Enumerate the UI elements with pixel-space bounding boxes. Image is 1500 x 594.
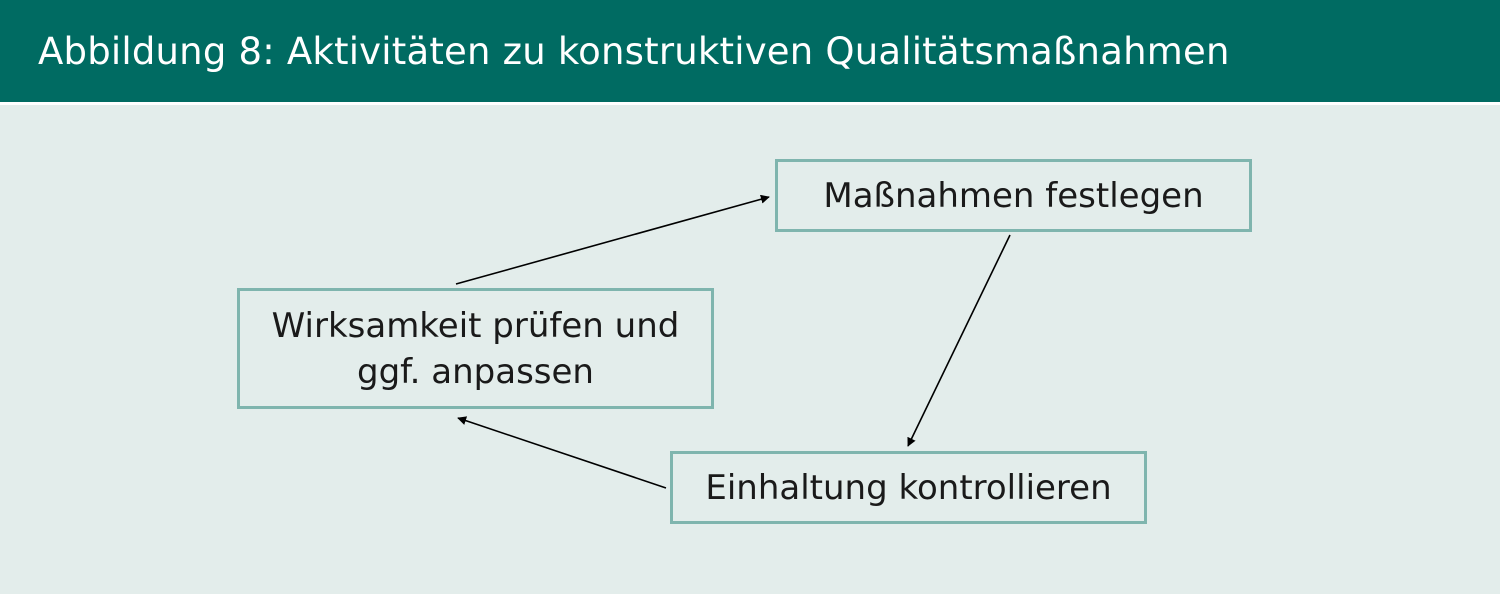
node-label: Einhaltung kontrollieren (705, 467, 1112, 508)
header-bar: Abbildung 8: Aktivitäten zu konstruktive… (0, 0, 1500, 102)
node-wirksamkeit-pruefen: Wirksamkeit prüfen und ggf. anpassen (237, 288, 714, 409)
arrow-effect-to-measures (455, 194, 770, 285)
arrow-measures-to-control (907, 234, 1011, 447)
node-massnahmen-festlegen: Maßnahmen festlegen (775, 159, 1252, 232)
arrow-control-to-effect (457, 416, 667, 489)
header-divider (0, 102, 1500, 105)
node-einhaltung-kontrollieren: Einhaltung kontrollieren (670, 451, 1147, 524)
node-label: Wirksamkeit prüfen und ggf. anpassen (271, 305, 680, 392)
node-label: Maßnahmen festlegen (823, 175, 1204, 216)
figure-title: Abbildung 8: Aktivitäten zu konstruktive… (38, 30, 1230, 73)
